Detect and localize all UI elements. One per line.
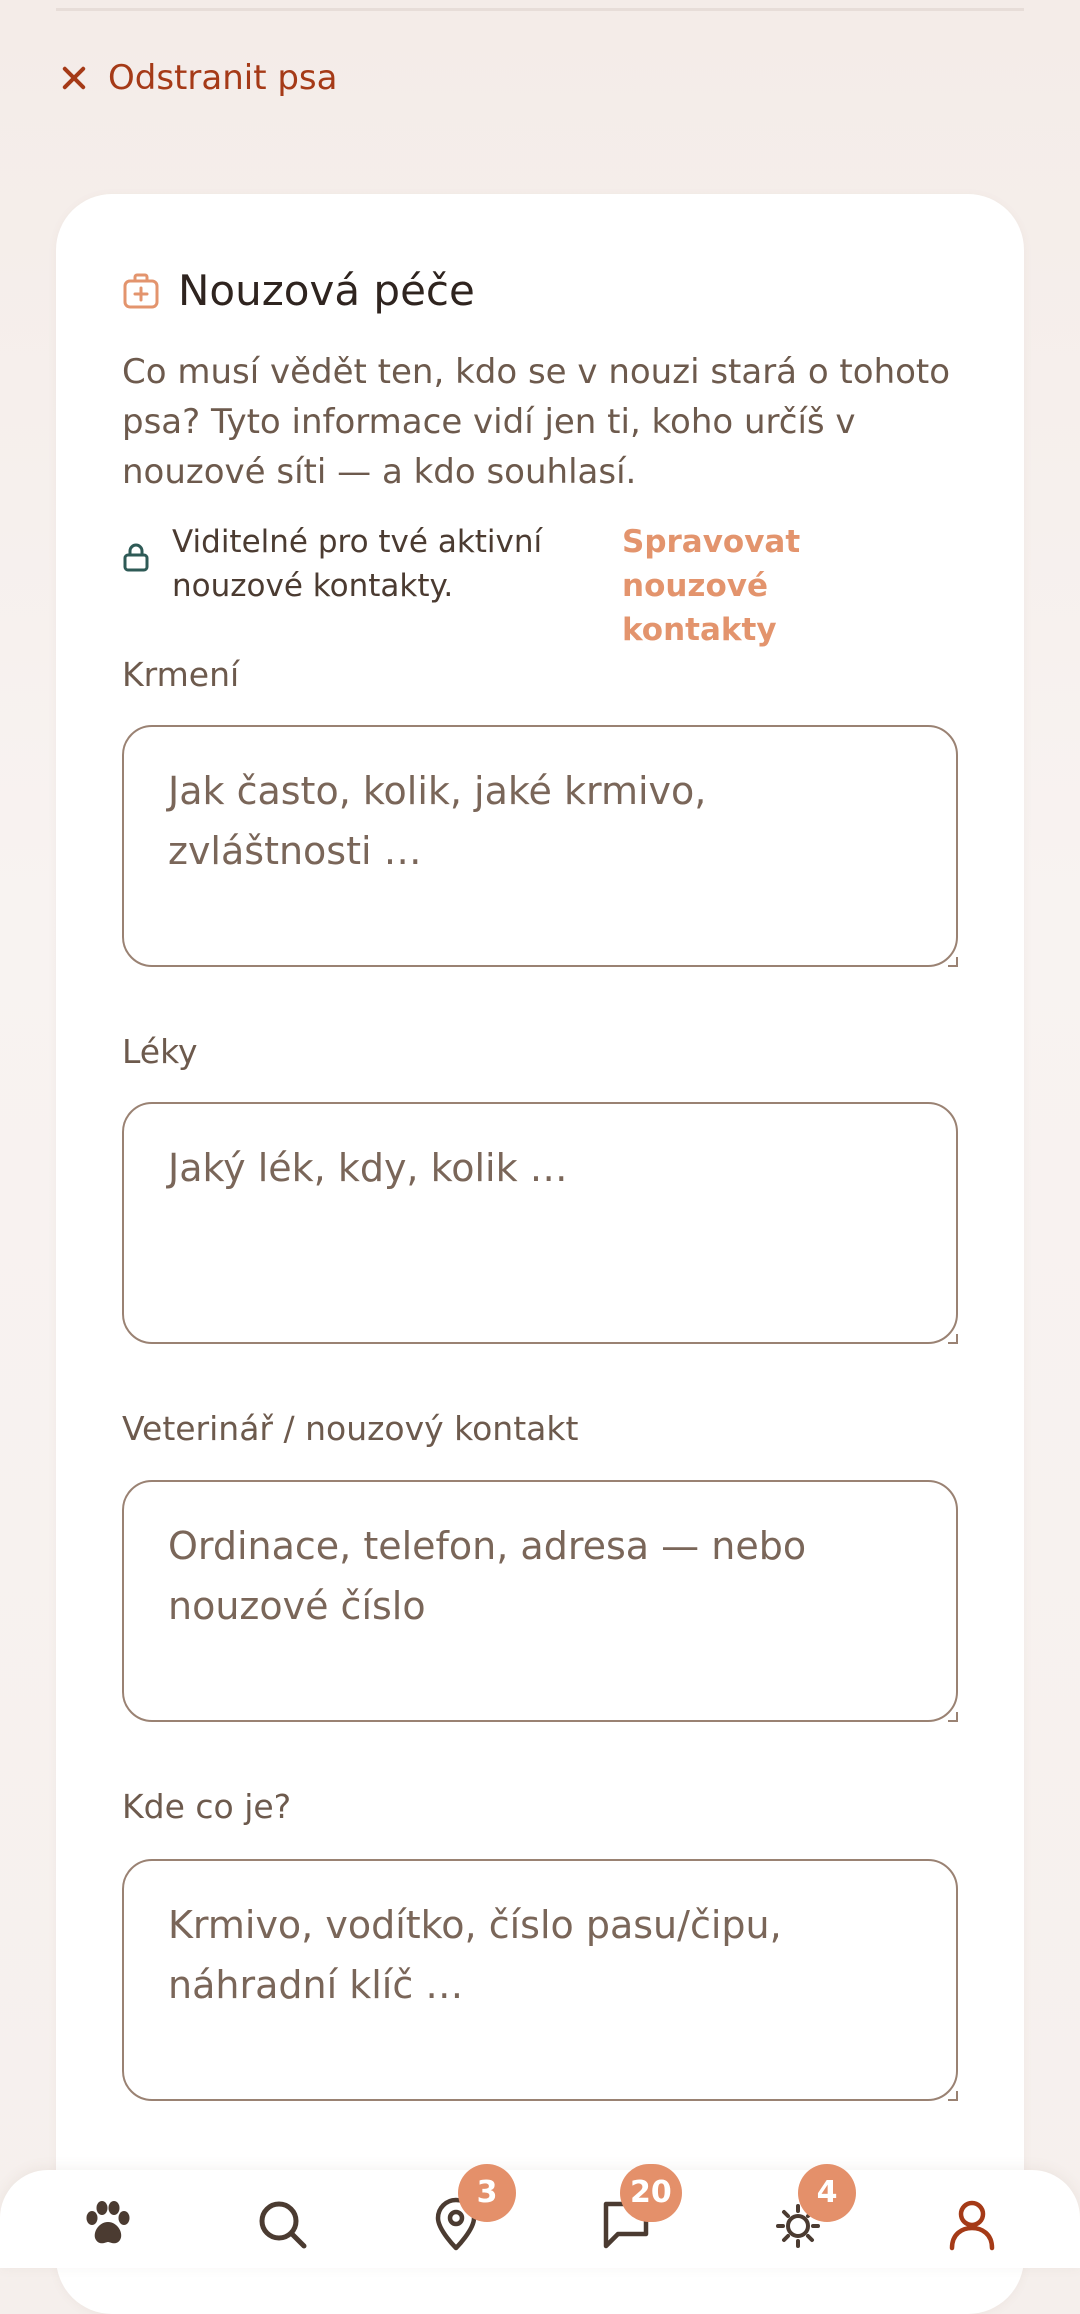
search-icon [259,2201,307,2249]
close-icon [58,62,90,94]
visibility-row: Viditelné pro tvé aktivní nouzové kontak… [122,520,972,652]
visibility-text: Viditelné pro tvé aktivní nouzové kontak… [172,524,543,604]
paw-icon [86,2201,130,2244]
resize-handle[interactable] [948,2091,958,2101]
card-header: Nouzová péče [122,266,475,315]
resize-handle[interactable] [948,957,958,967]
field-label-where-things-are: Kde co je? [122,1787,292,1826]
bottom-navigation: 3 20 4 [0,2164,1080,2268]
nav-notifications[interactable]: 4 [762,2164,856,2260]
nav-messages[interactable]: 20 [590,2164,682,2260]
card-title: Nouzová péče [178,266,475,315]
field-label-medication: Léky [122,1032,198,1071]
resize-handle[interactable] [948,1712,958,1722]
manage-emergency-contacts-link[interactable]: Spravovat nouzové kontakty [622,520,932,652]
nav-search[interactable] [246,2188,318,2260]
vet-contact-textarea[interactable]: Ordinace, telefon, adresa — nebo nouzové… [122,1480,958,1722]
notifications-badge: 4 [798,2164,856,2222]
section-divider [56,8,1024,11]
card-description: Co musí vědět ten, kdo se v nouzi stará … [122,352,951,492]
nav-map[interactable]: 3 [420,2164,516,2260]
nav-profile[interactable] [936,2188,1008,2260]
emergency-care-card: Nouzová péče Co musí vědět ten, kdo se v… [56,194,1024,2314]
vet-contact-placeholder: Ordinace, telefon, adresa — nebo nouzové… [168,1524,807,1628]
resize-handle[interactable] [948,1334,958,1344]
nav-dogs[interactable] [72,2188,144,2260]
feeding-placeholder: Jak často, kolik, jaké krmivo, zvláštnos… [168,769,707,873]
lock-icon [123,543,149,572]
first-aid-kit-icon [123,273,159,308]
messages-badge: 20 [620,2164,682,2222]
user-icon [949,2200,995,2251]
field-label-vet-contact: Veterinář / nouzový kontakt [122,1409,579,1448]
remove-dog-button[interactable]: Odstranit psa [58,58,337,98]
where-things-are-textarea[interactable]: Krmivo, vodítko, číslo pasu/čipu, náhrad… [122,1859,958,2101]
feeding-textarea[interactable]: Jak často, kolik, jaké krmivo, zvláštnos… [122,725,958,967]
remove-dog-label: Odstranit psa [108,58,338,98]
where-things-are-placeholder: Krmivo, vodítko, číslo pasu/čipu, náhrad… [168,1903,782,2007]
medication-placeholder: Jaký lék, kdy, kolik … [168,1146,568,1190]
map-badge: 3 [458,2164,516,2222]
field-label-feeding: Krmení [122,655,240,694]
medication-textarea[interactable]: Jaký lék, kdy, kolik … [122,1102,958,1344]
